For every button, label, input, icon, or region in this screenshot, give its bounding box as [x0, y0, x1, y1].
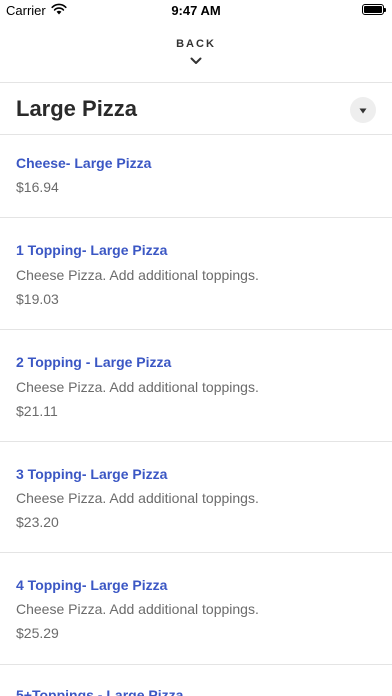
- section-collapse-button[interactable]: [350, 97, 376, 123]
- item-name: Cheese- Large Pizza: [16, 155, 152, 171]
- item-price: $25.29: [16, 625, 59, 641]
- battery-icon: [362, 4, 386, 15]
- back-label: BACK: [176, 38, 216, 50]
- status-time: 9:47 AM: [171, 3, 221, 18]
- menu-item[interactable]: 5+Toppings - Large Pizza: [0, 665, 392, 696]
- header-divider: [0, 82, 392, 83]
- item-name: 4 Topping- Large Pizza: [16, 577, 168, 593]
- item-name: 3 Topping- Large Pizza: [16, 466, 168, 482]
- item-description: Cheese Pizza. Add additional toppings.: [16, 490, 259, 506]
- item-price: $19.03: [16, 291, 59, 307]
- status-bar: Carrier 9:47 AM: [0, 0, 392, 20]
- item-description: Cheese Pizza. Add additional toppings.: [16, 379, 259, 395]
- section-header: Large Pizza: [0, 84, 392, 134]
- menu-item[interactable]: 1 Topping- Large Pizza Cheese Pizza. Add…: [0, 218, 392, 329]
- item-name: 5+Toppings - Large Pizza: [16, 687, 184, 696]
- item-price: $16.94: [16, 179, 59, 195]
- item-name: 2 Topping - Large Pizza: [16, 354, 172, 370]
- back-button[interactable]: BACK: [0, 38, 392, 72]
- item-name: 1 Topping- Large Pizza: [16, 242, 168, 258]
- chevron-down-icon: [190, 52, 202, 70]
- section-title: Large Pizza: [16, 96, 138, 121]
- menu-item[interactable]: 4 Topping- Large Pizza Cheese Pizza. Add…: [0, 553, 392, 664]
- caret-down-icon: [359, 101, 367, 119]
- item-description: Cheese Pizza. Add additional toppings.: [16, 267, 259, 283]
- menu-item[interactable]: Cheese- Large Pizza $16.94: [0, 135, 392, 217]
- item-price: $21.11: [16, 403, 58, 419]
- menu-item[interactable]: 2 Topping - Large Pizza Cheese Pizza. Ad…: [0, 330, 392, 441]
- item-price: $23.20: [16, 514, 59, 530]
- item-description: Cheese Pizza. Add additional toppings.: [16, 601, 259, 617]
- menu-item[interactable]: 3 Topping- Large Pizza Cheese Pizza. Add…: [0, 442, 392, 552]
